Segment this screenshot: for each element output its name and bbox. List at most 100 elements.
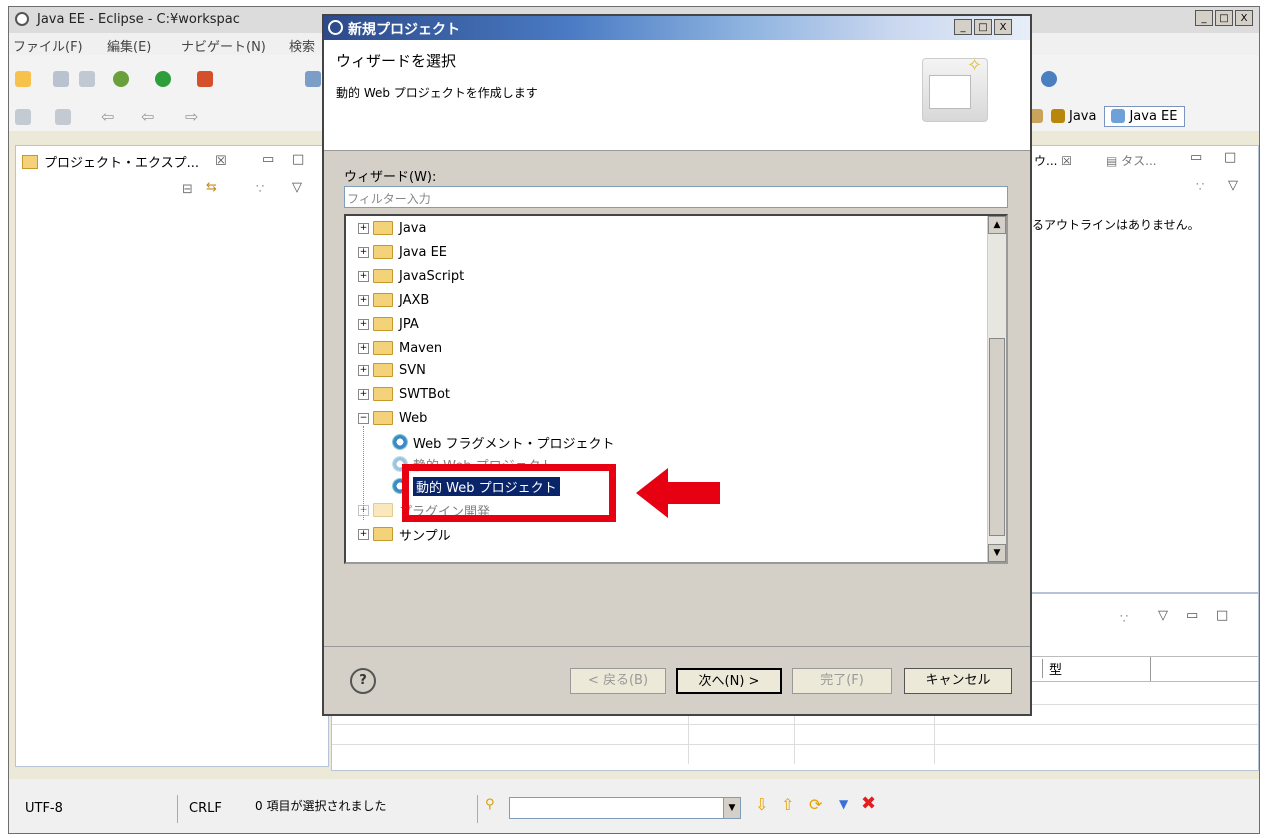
folder-open-icon xyxy=(373,411,393,425)
maximize-view-icon[interactable]: □ xyxy=(292,152,304,167)
bottom-chevron-down-icon[interactable]: ▽ xyxy=(1158,608,1168,623)
table-row xyxy=(332,724,1258,725)
expand-icon[interactable]: + xyxy=(358,270,369,282)
scroll-down-icon[interactable]: ▼ xyxy=(988,544,1006,562)
expand-icon[interactable]: + xyxy=(358,364,369,376)
view-menu-icon[interactable]: ∵ xyxy=(256,182,264,197)
perspective-javaee[interactable]: Java EE xyxy=(1104,105,1185,127)
dialog-minimize-button[interactable]: _ xyxy=(954,19,972,35)
back-icon[interactable]: ⇦ xyxy=(101,107,114,126)
finish-button[interactable]: 完了(F) xyxy=(792,668,892,694)
back-button[interactable]: < 戻る(B) xyxy=(570,668,666,694)
project-explorer-tab[interactable]: プロジェクト・エクスプ... ☒ xyxy=(22,152,227,171)
dialog-maximize-button[interactable]: □ xyxy=(974,19,992,35)
expand-icon[interactable]: + xyxy=(358,342,369,354)
dialog-close-button[interactable]: X xyxy=(994,19,1012,35)
java-perspective-icon xyxy=(1051,109,1065,123)
javaee-perspective-icon xyxy=(1111,109,1126,123)
dialog-header: ウィザードを選択 動的 Web プロジェクトを作成します ✧ xyxy=(324,40,1030,151)
project-explorer-tab-label: プロジェクト・エクスプ... xyxy=(44,156,200,171)
menu-edit[interactable]: 編集(E) xyxy=(107,36,151,55)
status-encoding: UTF-8 xyxy=(25,801,63,816)
chevron-down-icon[interactable]: ▽ xyxy=(292,180,302,195)
save-icon[interactable] xyxy=(53,71,69,87)
save-all-icon[interactable] xyxy=(79,71,95,87)
combo-dropdown-icon[interactable]: ▼ xyxy=(723,798,740,818)
next-annotation-icon[interactable] xyxy=(55,109,71,125)
expand-icon[interactable]: + xyxy=(358,246,369,258)
minimize-button[interactable]: _ xyxy=(1195,10,1213,26)
folder-icon xyxy=(373,221,393,235)
column-type-header[interactable]: 型 xyxy=(1042,659,1149,678)
dialog-header-title: ウィザードを選択 xyxy=(336,52,457,70)
menu-search[interactable]: 検索 xyxy=(289,36,315,55)
tree-item-svn[interactable]: + SVN xyxy=(358,358,426,382)
external-tools-icon[interactable] xyxy=(197,71,213,87)
outline-maximize-icon[interactable]: □ xyxy=(1224,150,1236,165)
tree-item-web-fragment[interactable]: Web フラグメント・プロジェクト xyxy=(392,430,614,454)
outline-chevron-down-icon[interactable]: ▽ xyxy=(1228,178,1238,193)
wizard-banner-icon: ✧ xyxy=(922,55,988,122)
outline-close-icon[interactable]: ☒ xyxy=(1061,154,1072,168)
expand-icon[interactable]: + xyxy=(358,318,369,330)
bottom-minimize-icon[interactable]: ▭ xyxy=(1186,608,1198,623)
debug-icon[interactable] xyxy=(113,71,129,87)
sync-icon[interactable]: ⟳ xyxy=(809,795,822,814)
expand-icon[interactable]: + xyxy=(358,294,369,306)
outline-tab[interactable]: ウ... ☒ xyxy=(1034,152,1072,169)
tree-item-maven[interactable]: + Maven xyxy=(358,336,442,360)
tree-item-javascript[interactable]: + JavaScript xyxy=(358,264,464,288)
scroll-up-icon[interactable]: ▲ xyxy=(988,216,1006,234)
tree-item-jaxb[interactable]: + JAXB xyxy=(358,288,429,312)
tab-close-icon[interactable]: ☒ xyxy=(215,154,227,169)
down-arrow-icon[interactable]: ⇩ xyxy=(755,795,768,814)
menu-file[interactable]: ファイル(F) xyxy=(13,36,83,55)
tree-item-swtbot[interactable]: + SWTBot xyxy=(358,382,450,406)
delete-icon[interactable]: ✖ xyxy=(861,793,876,814)
annotation-icon[interactable] xyxy=(15,109,31,125)
minimize-view-icon[interactable]: ▭ xyxy=(262,152,274,167)
new-icon[interactable] xyxy=(15,71,31,87)
maximize-button[interactable]: □ xyxy=(1215,10,1233,26)
collapse-all-icon[interactable]: ⊟ xyxy=(182,182,193,197)
dropdown-icon[interactable]: ▼ xyxy=(839,797,848,811)
bottom-menu-icon[interactable]: ∵ xyxy=(1120,612,1128,627)
table-row xyxy=(332,744,1258,745)
run-icon[interactable] xyxy=(155,71,171,87)
expand-icon[interactable]: + xyxy=(358,388,369,400)
search-toolbar-icon[interactable] xyxy=(1041,71,1057,87)
up-arrow-icon[interactable]: ⇧ xyxy=(781,795,794,814)
back-nav-icon[interactable]: ⇦ xyxy=(141,107,154,126)
dialog-divider xyxy=(324,646,1030,647)
tree-item-jpa[interactable]: + JPA xyxy=(358,312,419,336)
status-line-ending: CRLF xyxy=(189,801,222,816)
cancel-button[interactable]: キャンセル xyxy=(904,668,1012,694)
bottom-maximize-icon[interactable]: □ xyxy=(1216,608,1228,623)
next-button[interactable]: 次へ(N) > xyxy=(676,668,782,694)
help-icon[interactable]: ? xyxy=(350,668,376,694)
folder-icon xyxy=(373,503,393,517)
search-combo[interactable]: ▼ xyxy=(509,797,741,819)
new-server-icon[interactable] xyxy=(305,71,321,87)
outline-menu-icon[interactable]: ∵ xyxy=(1196,180,1204,195)
scroll-thumb[interactable] xyxy=(989,338,1005,536)
tree-item-java[interactable]: + Java xyxy=(358,216,426,240)
expand-icon[interactable]: + xyxy=(358,504,369,516)
expand-icon[interactable]: + xyxy=(358,528,369,540)
tasks-tab[interactable]: ▤ タス... xyxy=(1106,152,1157,169)
tree-item-javaee[interactable]: + Java EE xyxy=(358,240,447,264)
filter-input[interactable]: フィルター入力 xyxy=(344,186,1008,208)
tree-scrollbar[interactable]: ▲ ▼ xyxy=(987,216,1006,562)
tasks-tab-label: タス... xyxy=(1121,154,1157,168)
expand-icon[interactable]: + xyxy=(358,222,369,234)
link-editor-icon[interactable]: ⇆ xyxy=(206,180,217,195)
tree-item-label: SVN xyxy=(399,362,426,378)
collapse-icon[interactable]: − xyxy=(358,412,369,424)
forward-nav-icon[interactable]: ⇨ xyxy=(185,107,198,126)
outline-minimize-icon[interactable]: ▭ xyxy=(1190,150,1202,165)
menu-navigate[interactable]: ナビゲート(N) xyxy=(181,36,266,55)
tree-item-samples[interactable]: + サンプル xyxy=(358,522,451,546)
perspective-java[interactable]: Java xyxy=(1051,109,1096,124)
tree-item-web[interactable]: − Web xyxy=(358,406,427,430)
close-button[interactable]: X xyxy=(1235,10,1253,26)
